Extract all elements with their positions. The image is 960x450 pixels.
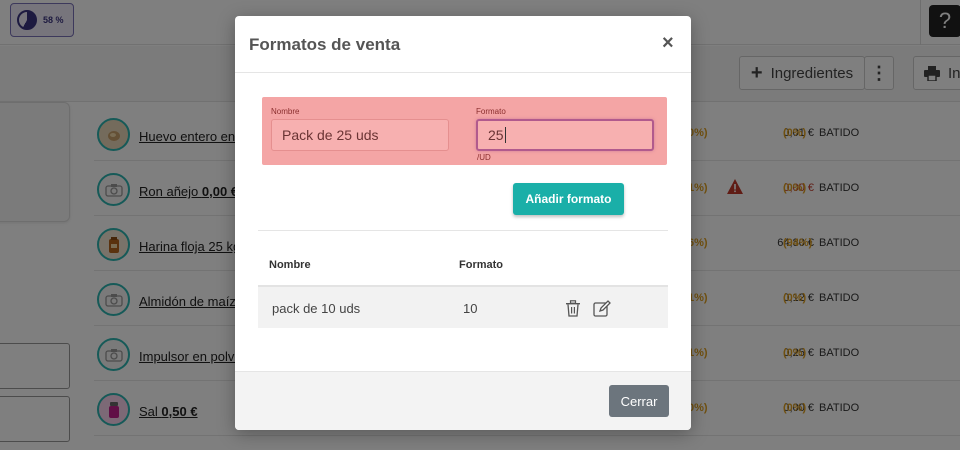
format-form: Nombre Pack de 25 uds Formato 25 — [262, 97, 667, 165]
trash-icon[interactable] — [565, 300, 581, 317]
close-icon[interactable]: × — [662, 33, 674, 53]
format-name-cell: pack de 10 uds — [272, 301, 361, 316]
format-value-cell: 10 — [463, 301, 478, 316]
column-header-nombre: Nombre — [269, 259, 311, 271]
edit-icon[interactable] — [593, 300, 611, 317]
table-row: pack de 10 uds 10 — [258, 287, 668, 328]
formato-input-value: 25 — [488, 127, 504, 143]
nombre-input-value: Pack de 25 uds — [282, 127, 379, 143]
modal-title: Formatos de venta — [249, 35, 401, 54]
modal-header: Formatos de venta × — [235, 16, 691, 73]
text-caret — [504, 127, 506, 143]
column-header-formato: Formato — [459, 259, 503, 271]
nombre-input[interactable]: Pack de 25 uds — [271, 119, 449, 151]
formato-label: Formato — [476, 107, 506, 116]
formato-input[interactable]: 25 — [476, 119, 654, 151]
nombre-label: Nombre — [271, 107, 300, 116]
sales-formats-modal: Formatos de venta × Nombre Pack de 25 ud… — [235, 16, 691, 430]
formats-table: Nombre Formato pack de 10 uds 10 — [258, 230, 668, 328]
cerrar-button[interactable]: Cerrar — [609, 385, 669, 417]
formato-unit: /UD — [477, 153, 491, 162]
add-format-button[interactable]: Añadir formato — [513, 183, 624, 215]
modal-footer: Cerrar — [235, 371, 691, 430]
